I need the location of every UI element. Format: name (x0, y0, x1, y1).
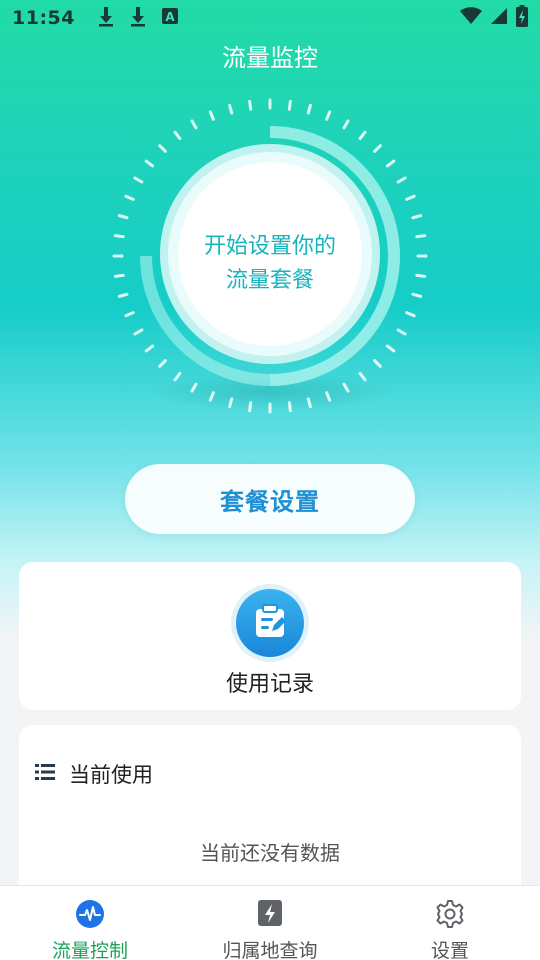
gauge-tick (208, 110, 215, 121)
wifi-icon (460, 7, 482, 29)
phone-lightning-icon (255, 899, 285, 933)
gauge-tick (124, 311, 135, 318)
current-usage-title: 当前使用 (69, 763, 153, 787)
plan-settings-button[interactable]: 套餐设置 (125, 464, 415, 534)
gauge-tick (144, 344, 155, 353)
usage-record-label: 使用记录 (225, 672, 314, 697)
download-icon (97, 5, 115, 31)
gauge-tick (306, 103, 312, 115)
gauge-tick (113, 234, 125, 239)
gauge-tick (342, 119, 350, 130)
gauge-tick (342, 382, 350, 393)
gauge-tick (385, 344, 396, 353)
gauge-tick (411, 292, 423, 298)
gauge-tick (287, 401, 292, 413)
app-title: 流量监控 (222, 44, 318, 72)
gear-icon (435, 899, 465, 933)
gauge-tick (358, 371, 367, 382)
gauge-tick (411, 214, 423, 220)
gauge-tick (228, 103, 234, 115)
empty-state-text: 当前还没有数据 (200, 841, 340, 865)
gauge-tick (190, 382, 198, 393)
gauge-prompt-line2: 流量套餐 (225, 268, 314, 293)
gauge-tick (415, 234, 427, 239)
accessibility-a-icon: A (161, 7, 179, 29)
gauge-tick (190, 119, 198, 130)
current-usage-header: 当前使用 (35, 759, 153, 789)
gauge-tick (385, 159, 396, 168)
status-bar: 11:54 A (0, 0, 540, 36)
pulse-icon (75, 899, 105, 933)
bottom-navigation: 流量控制 归属地查询 设置 (0, 885, 540, 960)
nav-traffic-control-label: 流量控制 (51, 940, 128, 960)
nav-location-lookup[interactable]: 归属地查询 (180, 886, 360, 960)
status-time: 11:54 (12, 7, 75, 29)
gauge-prompt-line1: 开始设置你的 (203, 234, 336, 259)
gauge-tick (396, 328, 407, 336)
signal-icon (490, 7, 508, 29)
gauge-prompt[interactable]: 开始设置你的 流量套餐 (170, 230, 370, 298)
gauge-tick (287, 99, 292, 111)
nav-settings[interactable]: 设置 (360, 886, 540, 960)
nav-traffic-control[interactable]: 流量控制 (0, 886, 180, 960)
nav-settings-label: 设置 (430, 940, 469, 960)
gauge-tick (325, 391, 332, 402)
gauge-tick (325, 110, 332, 121)
list-icon (35, 762, 55, 786)
gauge-tick (228, 397, 234, 409)
gauge-tick (133, 176, 144, 184)
gauge-tick (248, 401, 253, 413)
gauge-tick (415, 273, 427, 278)
gauge-tick (405, 311, 416, 318)
usage-record-card[interactable]: 使用记录 (19, 562, 521, 710)
gauge-tick (124, 194, 135, 201)
gauge-tick (373, 144, 382, 153)
gauge-tick (306, 397, 312, 409)
gauge-tick (173, 130, 182, 141)
nav-location-lookup-label: 归属地查询 (222, 940, 318, 960)
gauge-tick (396, 176, 407, 184)
gauge-tick (158, 359, 167, 368)
gauge-tick (133, 328, 144, 336)
battery-charging-icon (516, 5, 528, 31)
clipboard-edit-icon (250, 601, 290, 645)
gauge-tick (248, 99, 253, 111)
download-icon (129, 5, 147, 31)
gauge-tick (117, 214, 129, 220)
gauge-tick (405, 194, 416, 201)
gauge-tick (158, 144, 167, 153)
gauge-tick (117, 292, 129, 298)
gauge-tick (113, 273, 125, 278)
gauge-tick (208, 391, 215, 402)
gauge-tick (173, 371, 182, 382)
gauge-tick (144, 159, 155, 168)
svg-text:A: A (165, 10, 175, 24)
gauge-tick (373, 359, 382, 368)
usage-record-icon-wrap (231, 584, 309, 662)
gauge-tick (358, 130, 367, 141)
